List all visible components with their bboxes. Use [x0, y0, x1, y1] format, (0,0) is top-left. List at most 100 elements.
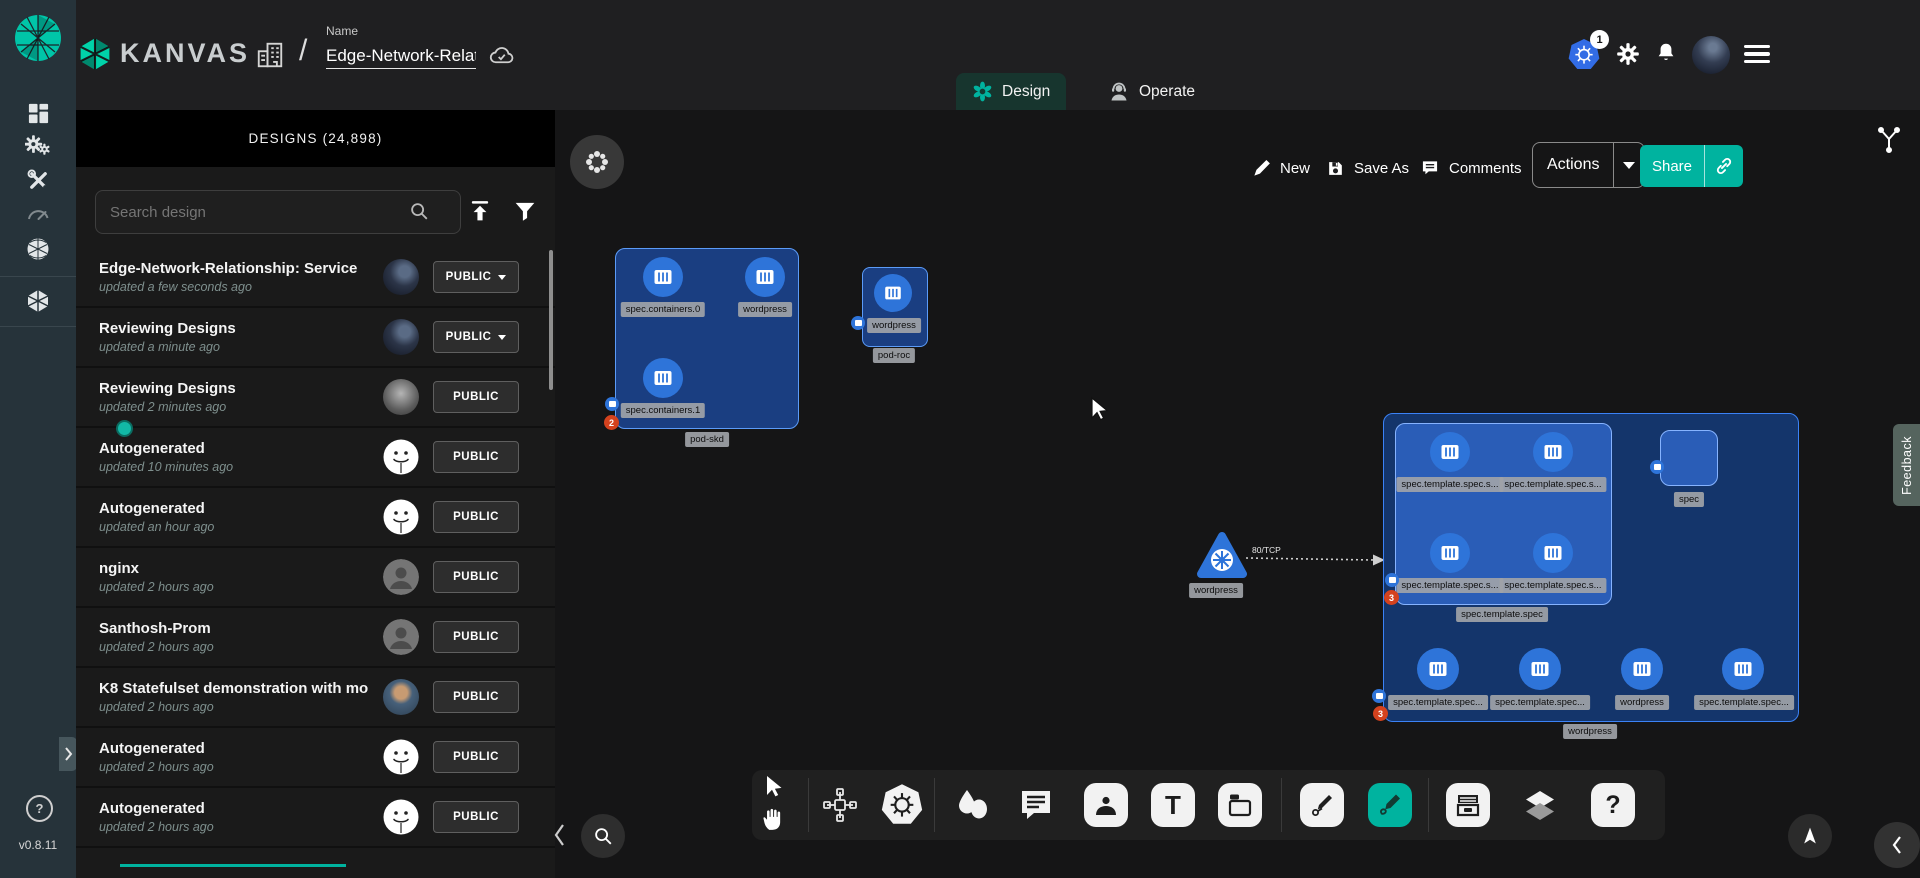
merge-versions-icon[interactable] — [1874, 124, 1904, 159]
search-input[interactable] — [95, 190, 461, 234]
container-node[interactable] — [1430, 533, 1470, 573]
container-node[interactable] — [1519, 648, 1561, 690]
organization-icon[interactable] — [255, 40, 285, 75]
pan-hand-tool[interactable] — [760, 806, 786, 832]
visibility-badge[interactable]: PUBLIC — [433, 501, 519, 533]
comments-label: Comments — [1449, 160, 1522, 177]
lifecycle-gears-icon[interactable] — [25, 132, 51, 158]
visibility-select[interactable]: PUBLIC — [433, 321, 519, 353]
pod-badge-icon[interactable] — [1385, 573, 1399, 587]
text-tool[interactable]: T — [1151, 783, 1195, 827]
visibility-label: PUBLIC — [453, 751, 499, 763]
design-name-input[interactable] — [326, 44, 476, 69]
performance-gauge-icon[interactable] — [25, 202, 51, 228]
meshery-logo[interactable] — [13, 11, 63, 65]
help-tool[interactable]: ? — [1591, 783, 1635, 827]
collapse-panel-chevron[interactable] — [552, 822, 566, 853]
select-tool[interactable] — [762, 774, 786, 800]
new-button[interactable]: New — [1252, 146, 1310, 190]
design-list-item[interactable]: Autogeneratedupdated 10 minutes ago PUBL… — [76, 428, 555, 488]
design-updated: updated a minute ago — [99, 340, 383, 354]
visibility-select[interactable]: PUBLIC — [433, 261, 519, 293]
design-list-item[interactable]: Autogeneratedupdated an hour ago PUBLIC — [76, 488, 555, 548]
loading-progress-bar — [120, 864, 346, 867]
component-tool[interactable] — [822, 787, 858, 823]
user-avatar[interactable] — [1692, 36, 1730, 74]
pod-badge-icon[interactable] — [1650, 460, 1664, 474]
visibility-badge[interactable]: PUBLIC — [433, 681, 519, 713]
design-list-item[interactable]: Autogeneratedupdated 2 hours ago PUBLIC — [76, 728, 555, 788]
layers-tool[interactable] — [1520, 786, 1560, 826]
notifications-bell-icon[interactable] — [1653, 40, 1679, 71]
design-list-item[interactable]: Edge-Network-Relationship: Serviceupdate… — [76, 248, 555, 308]
canvas-menu-button[interactable] — [570, 135, 624, 189]
comment-tool[interactable] — [1016, 785, 1056, 825]
collapse-right-chevron[interactable] — [1874, 822, 1920, 868]
pod-badge-icon[interactable] — [851, 316, 865, 330]
design-list-item[interactable]: Autogeneratedupdated 2 hours ago PUBLIC — [76, 788, 555, 848]
settings-gear-icon[interactable] — [1615, 41, 1641, 72]
help-icon[interactable]: ? — [26, 795, 53, 822]
container-node[interactable] — [1621, 648, 1663, 690]
kanvas-extension-icon[interactable] — [25, 288, 51, 314]
sidebar-expand-handle[interactable] — [59, 737, 77, 771]
visibility-badge[interactable]: PUBLIC — [433, 741, 519, 773]
container-node[interactable] — [1417, 648, 1459, 690]
pod-badge-icon[interactable] — [605, 397, 619, 411]
shapes-tool[interactable] — [953, 786, 991, 824]
kubernetes-tool[interactable] — [881, 783, 923, 825]
visibility-badge[interactable]: PUBLIC — [433, 801, 519, 833]
container-node[interactable] — [1533, 432, 1573, 472]
error-count-badge[interactable]: 3 — [1384, 590, 1399, 605]
node-label: spec.containers.0 — [621, 302, 705, 317]
comments-button[interactable]: Comments — [1420, 146, 1522, 190]
image-tool[interactable] — [1084, 783, 1128, 827]
feedback-tab[interactable]: Feedback — [1893, 424, 1920, 506]
drawer-tool[interactable] — [1446, 783, 1490, 827]
container-node[interactable] — [643, 358, 683, 398]
actions-button[interactable]: Actions — [1532, 142, 1645, 188]
dashboard-icon[interactable] — [25, 100, 51, 126]
error-count-badge[interactable]: 3 — [1373, 706, 1388, 721]
container-node[interactable] — [1722, 648, 1764, 690]
visibility-badge[interactable]: PUBLIC — [433, 561, 519, 593]
menu-hamburger-icon[interactable] — [1744, 40, 1770, 68]
edge-pen-tool[interactable] — [1300, 783, 1344, 827]
design-list-item[interactable]: Reviewing Designsupdated 2 minutes ago P… — [76, 368, 555, 428]
design-updated: updated 10 minutes ago — [99, 460, 383, 474]
container-node[interactable] — [643, 257, 683, 297]
mesh-sphere-icon[interactable] — [25, 236, 51, 262]
zoom-button[interactable] — [581, 814, 625, 858]
tab-operate[interactable]: Operate — [1092, 73, 1211, 110]
filter-funnel-icon[interactable] — [511, 197, 539, 230]
container-node[interactable] — [1533, 533, 1573, 573]
publish-upload-icon[interactable] — [466, 197, 494, 230]
freehand-draw-tool[interactable] — [1368, 783, 1412, 827]
save-as-button[interactable]: Save As — [1326, 146, 1409, 190]
design-updated: updated an hour ago — [99, 520, 383, 534]
navigation-arrow-icon — [1800, 826, 1820, 846]
actions-label[interactable]: Actions — [1533, 143, 1613, 187]
visibility-badge[interactable]: PUBLIC — [433, 381, 519, 413]
design-list-item[interactable]: Santhosh-Promupdated 2 hours ago PUBLIC — [76, 608, 555, 668]
share-label[interactable]: Share — [1640, 145, 1704, 187]
list-scrollbar-thumb[interactable] — [549, 250, 553, 390]
container-node[interactable] — [874, 274, 912, 312]
tab-design[interactable]: Design — [956, 73, 1066, 110]
design-list-item[interactable]: K8 Statefulset demonstration with moupda… — [76, 668, 555, 728]
visibility-badge[interactable]: PUBLIC — [433, 441, 519, 473]
container-node[interactable] — [745, 257, 785, 297]
recenter-button[interactable] — [1788, 814, 1832, 858]
configuration-tools-icon[interactable] — [25, 166, 51, 192]
shape-note-tool[interactable] — [1218, 783, 1262, 827]
visibility-badge[interactable]: PUBLIC — [433, 621, 519, 653]
design-list-item[interactable]: Reviewing Designsupdated a minute ago PU… — [76, 308, 555, 368]
container-node[interactable] — [1430, 432, 1470, 472]
share-button[interactable]: Share — [1640, 145, 1743, 187]
spec-node[interactable] — [1660, 430, 1718, 486]
kanvas-logo-icon[interactable] — [78, 36, 112, 77]
pod-badge-icon[interactable] — [1372, 689, 1386, 703]
error-count-badge[interactable]: 2 — [604, 415, 619, 430]
design-list-item[interactable]: nginxupdated 2 hours ago PUBLIC — [76, 548, 555, 608]
copy-link-button[interactable] — [1705, 145, 1743, 187]
